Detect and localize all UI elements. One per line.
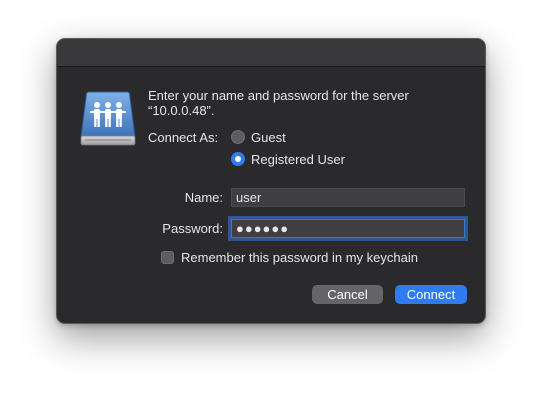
guest-radio-label[interactable]: Guest [251,130,286,145]
password-field[interactable]: ●●●●●● [231,219,465,238]
shared-server-icon [80,91,136,146]
connect-as-label: Connect As: [148,130,219,145]
dialog-titlebar[interactable] [57,39,485,67]
connect-button[interactable]: Connect [395,285,467,304]
remember-password-label[interactable]: Remember this password in my keychain [181,250,418,265]
name-label: Name: [184,190,223,205]
message-line-1: Enter your name and password for the ser… [148,88,409,103]
guest-radio[interactable] [231,130,245,144]
name-field[interactable]: user [231,188,465,207]
remember-password-checkbox[interactable] [161,251,174,264]
cancel-button[interactable]: Cancel [312,285,383,304]
password-label: Password: [162,221,223,236]
connect-to-server-dialog: Enter your name and password for the ser… [56,38,486,324]
registered-user-radio[interactable] [231,152,245,166]
screen: Enter your name and password for the ser… [0,0,542,398]
dialog-message: Enter your name and password for the ser… [148,88,468,118]
registered-user-radio-label[interactable]: Registered User [251,152,345,167]
message-line-2: “10.0.0.48”. [148,103,215,118]
